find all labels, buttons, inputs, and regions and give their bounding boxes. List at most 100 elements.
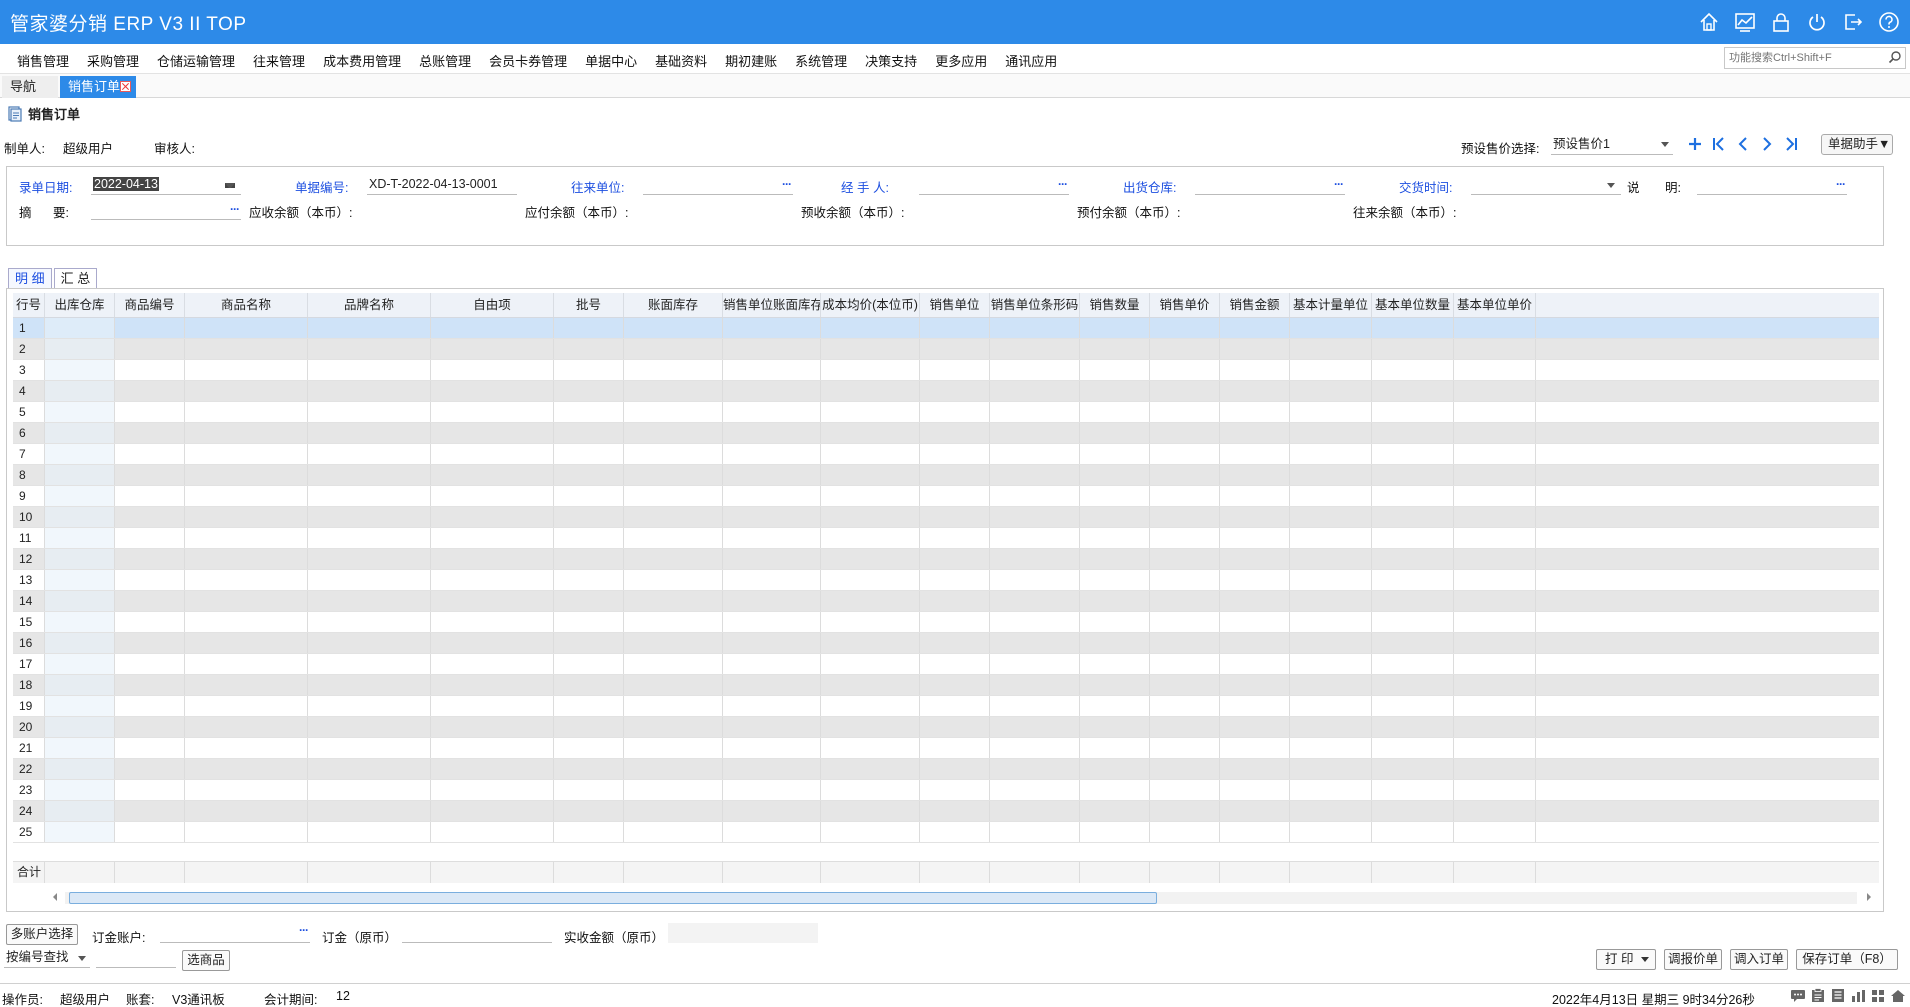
table-cell[interactable] xyxy=(990,759,1080,779)
menu-item[interactable]: 决策支持 xyxy=(856,51,926,70)
table-cell[interactable] xyxy=(1454,339,1536,359)
table-cell[interactable] xyxy=(45,759,115,779)
table-cell[interactable] xyxy=(185,759,308,779)
table-cell[interactable] xyxy=(821,738,920,758)
table-cell[interactable] xyxy=(308,444,431,464)
table-cell[interactable] xyxy=(624,444,723,464)
table-cell[interactable] xyxy=(723,402,821,422)
table-cell[interactable] xyxy=(990,486,1080,506)
table-cell[interactable] xyxy=(723,654,821,674)
table-cell[interactable] xyxy=(1080,633,1150,653)
table-cell[interactable] xyxy=(990,696,1080,716)
table-cell[interactable] xyxy=(920,444,990,464)
table-cell[interactable] xyxy=(1080,654,1150,674)
table-cell[interactable] xyxy=(115,591,185,611)
table-cell[interactable] xyxy=(1372,549,1454,569)
table-cell[interactable] xyxy=(308,318,431,338)
table-cell[interactable] xyxy=(308,360,431,380)
table-cell[interactable] xyxy=(990,423,1080,443)
table-cell[interactable] xyxy=(1220,423,1290,443)
menu-item[interactable]: 销售管理 xyxy=(8,51,78,70)
table-cell[interactable] xyxy=(1290,633,1372,653)
table-cell[interactable] xyxy=(723,780,821,800)
table-cell[interactable] xyxy=(1080,423,1150,443)
lock-icon[interactable] xyxy=(1768,10,1794,34)
note-field[interactable]: ··· xyxy=(1697,175,1847,195)
table-cell[interactable] xyxy=(45,339,115,359)
table-cell[interactable] xyxy=(1150,507,1220,527)
table-cell[interactable] xyxy=(624,591,723,611)
table-cell[interactable] xyxy=(1536,654,1569,674)
table-cell[interactable] xyxy=(1220,507,1290,527)
table-cell[interactable] xyxy=(45,822,115,842)
table-cell[interactable] xyxy=(1150,801,1220,821)
table-cell[interactable] xyxy=(821,402,920,422)
table-cell[interactable] xyxy=(920,318,990,338)
table-cell[interactable] xyxy=(308,423,431,443)
table-cell[interactable] xyxy=(554,675,624,695)
table-cell[interactable] xyxy=(624,759,723,779)
table-cell[interactable] xyxy=(1080,822,1150,842)
table-cell[interactable] xyxy=(624,486,723,506)
table-cell[interactable] xyxy=(431,675,554,695)
table-cell[interactable] xyxy=(1372,486,1454,506)
chart-icon[interactable] xyxy=(1732,10,1758,34)
add-icon[interactable] xyxy=(1686,134,1704,154)
grid-apps-icon[interactable] xyxy=(1870,988,1886,1003)
table-cell[interactable] xyxy=(624,612,723,632)
home-icon[interactable] xyxy=(1696,10,1722,34)
table-cell[interactable] xyxy=(1220,696,1290,716)
table-cell[interactable] xyxy=(1536,339,1569,359)
table-cell[interactable] xyxy=(920,822,990,842)
column-header[interactable]: 销售单位 xyxy=(920,293,990,317)
table-cell[interactable] xyxy=(431,318,554,338)
table-cell[interactable] xyxy=(821,612,920,632)
table-cell[interactable] xyxy=(1220,444,1290,464)
table-cell[interactable] xyxy=(1372,801,1454,821)
table-cell[interactable] xyxy=(1080,507,1150,527)
table-cell[interactable] xyxy=(431,717,554,737)
table-cell[interactable] xyxy=(821,423,920,443)
table-cell[interactable] xyxy=(1080,675,1150,695)
table-cell[interactable] xyxy=(1290,318,1372,338)
tab-navigation[interactable]: 导航 xyxy=(2,76,58,98)
table-cell[interactable] xyxy=(1290,360,1372,380)
table-cell[interactable] xyxy=(723,549,821,569)
table-cell[interactable] xyxy=(1220,549,1290,569)
table-cell[interactable] xyxy=(1536,360,1569,380)
table-cell[interactable] xyxy=(1150,360,1220,380)
table-cell[interactable] xyxy=(1150,759,1220,779)
table-cell[interactable] xyxy=(1220,360,1290,380)
doc-no-field[interactable]: XD-T-2022-04-13-0001 xyxy=(367,175,517,195)
table-cell[interactable] xyxy=(1454,486,1536,506)
table-cell[interactable] xyxy=(920,654,990,674)
column-header[interactable]: 成本均价(本位币) xyxy=(821,293,920,317)
table-cell[interactable] xyxy=(920,465,990,485)
table-cell[interactable] xyxy=(308,822,431,842)
table-cell[interactable] xyxy=(990,465,1080,485)
table-cell[interactable] xyxy=(115,444,185,464)
table-cell[interactable] xyxy=(45,591,115,611)
table-cell[interactable] xyxy=(821,486,920,506)
table-cell[interactable] xyxy=(185,423,308,443)
table-cell[interactable] xyxy=(185,591,308,611)
table-cell[interactable] xyxy=(1454,570,1536,590)
table-cell[interactable] xyxy=(1220,654,1290,674)
table-row[interactable]: 22 xyxy=(13,759,1879,780)
table-cell[interactable] xyxy=(920,780,990,800)
table-cell[interactable] xyxy=(45,465,115,485)
table-cell[interactable] xyxy=(1536,570,1569,590)
table-cell[interactable] xyxy=(115,402,185,422)
table-cell[interactable] xyxy=(45,612,115,632)
table-cell[interactable] xyxy=(1454,654,1536,674)
table-cell[interactable] xyxy=(1150,633,1220,653)
table-cell[interactable] xyxy=(821,675,920,695)
table-cell[interactable] xyxy=(624,801,723,821)
table-cell[interactable] xyxy=(1080,465,1150,485)
table-cell[interactable] xyxy=(1536,402,1569,422)
table-cell[interactable] xyxy=(821,633,920,653)
table-cell[interactable] xyxy=(431,654,554,674)
table-cell[interactable] xyxy=(1372,339,1454,359)
table-cell[interactable] xyxy=(723,717,821,737)
table-cell[interactable] xyxy=(1536,423,1569,443)
